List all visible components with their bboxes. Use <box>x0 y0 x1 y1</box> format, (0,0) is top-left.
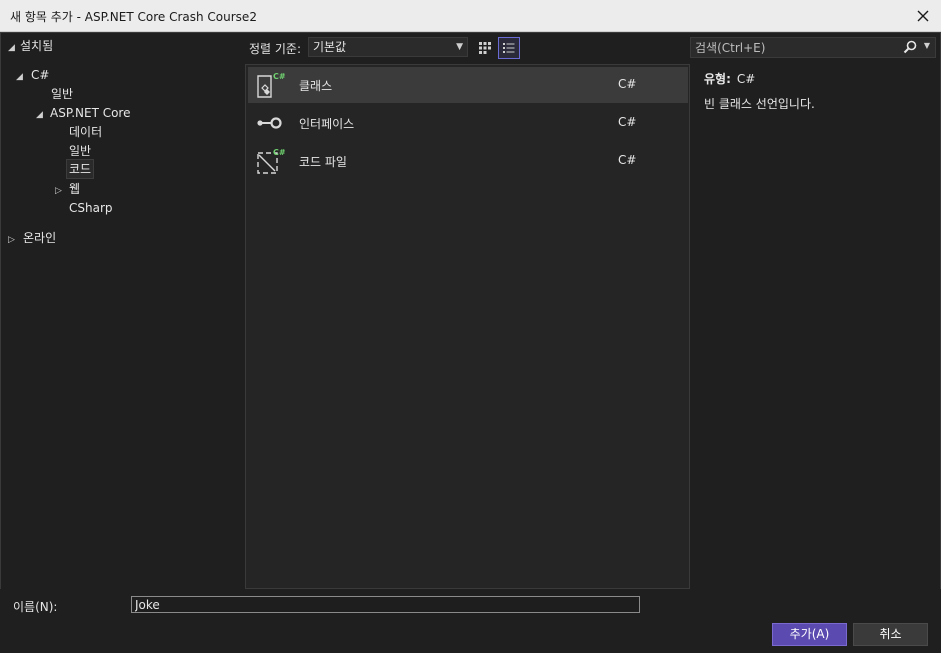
tree-label: 웹 <box>69 182 81 196</box>
expanded-caret-icon: ◢ <box>16 72 23 82</box>
tree-node-csharp-2[interactable]: CSharp <box>69 199 113 217</box>
list-view-button[interactable] <box>498 37 520 59</box>
cancel-button[interactable]: 취소 <box>853 623 928 646</box>
tree-label: 코드 <box>69 162 92 176</box>
tree-label: CSharp <box>69 201 113 215</box>
interface-icon <box>257 117 282 129</box>
tree-node-web[interactable]: ▷ 웹 <box>55 180 80 198</box>
list-item-class[interactable]: C# 클래스 C# <box>248 67 688 103</box>
grid-view-icon <box>479 42 491 54</box>
expanded-caret-icon: ◢ <box>36 110 43 120</box>
search-box[interactable]: ▼ <box>690 37 936 58</box>
collapsed-caret-icon: ▷ <box>55 186 62 196</box>
chevron-down-icon: ▼ <box>456 42 463 52</box>
sort-dropdown[interactable]: 기본값 ▼ <box>308 37 468 57</box>
template-list: C# 클래스 C# 인터페이스 C# C# 코드 파일 C# <box>245 64 690 589</box>
tree-node-code[interactable]: 코드 <box>65 159 95 179</box>
type-label: 유형: <box>704 72 731 86</box>
tree-label: 일반 <box>51 87 74 101</box>
type-line: 유형: C# <box>704 70 934 87</box>
name-input[interactable] <box>131 596 640 613</box>
tree-node-general[interactable]: 일반 <box>51 85 73 103</box>
expanded-caret-icon: ◢ <box>8 43 15 53</box>
title-bar: 새 항목 추가 - ASP.NET Core Crash Course2 <box>0 0 941 32</box>
search-icon <box>903 40 917 54</box>
sort-value: 기본값 <box>313 40 347 54</box>
item-language: C# <box>618 77 637 91</box>
tree-label: 온라인 <box>23 231 57 245</box>
list-view-icon <box>503 43 515 53</box>
type-value: C# <box>736 72 756 86</box>
item-name: 클래스 <box>299 79 333 93</box>
collapsed-caret-icon: ▷ <box>8 235 15 245</box>
detail-panel: 유형: C# 빈 클래스 선언입니다. <box>704 70 934 112</box>
name-label: 이름(N): <box>13 600 58 614</box>
class-icon: C# <box>257 72 285 98</box>
tree-label: C# <box>31 68 50 82</box>
tree-node-csharp[interactable]: ◢ C# <box>16 66 49 84</box>
svg-text:C#: C# <box>273 72 285 81</box>
template-tree: ◢ 설치됨 ◢ C# 일반 ◢ ASP.NET Core 데이터 일반 코드 ▷ 웹 C… <box>0 32 245 588</box>
tree-label: ASP.NET Core <box>50 106 131 120</box>
search-button[interactable] <box>903 40 917 57</box>
svg-text:C#: C# <box>273 148 285 157</box>
item-language: C# <box>618 153 637 167</box>
tree-node-data[interactable]: 데이터 <box>69 123 102 141</box>
add-button[interactable]: 추가(A) <box>772 623 847 646</box>
item-name: 인터페이스 <box>299 117 355 131</box>
window-title: 새 항목 추가 - ASP.NET Core Crash Course2 <box>10 10 257 24</box>
item-language: C# <box>618 115 637 129</box>
list-item-code-file[interactable]: C# 코드 파일 C# <box>248 143 688 179</box>
close-icon <box>917 10 929 22</box>
small-icons-view-button[interactable] <box>474 37 496 59</box>
search-options-chevron-icon[interactable]: ▼ <box>924 41 930 50</box>
tree-label: 데이터 <box>69 125 103 139</box>
tree-node-aspnetcore[interactable]: ◢ ASP.NET Core <box>36 104 130 122</box>
tree-node-general-2[interactable]: 일반 <box>69 142 91 160</box>
item-name: 코드 파일 <box>299 155 347 169</box>
tree-node-online[interactable]: ▷ 온라인 <box>8 229 56 247</box>
item-description: 빈 클래스 선언입니다. <box>704 97 815 111</box>
tree-label: 설치됨 <box>20 39 54 53</box>
sort-label: 정렬 기준: <box>249 42 302 56</box>
code-file-icon: C# <box>257 148 285 174</box>
close-button[interactable] <box>911 4 935 28</box>
search-input[interactable] <box>695 39 895 56</box>
tree-label: 일반 <box>69 144 92 158</box>
tree-node-installed[interactable]: ◢ 설치됨 <box>8 37 53 55</box>
list-item-interface[interactable]: 인터페이스 C# <box>248 105 688 141</box>
